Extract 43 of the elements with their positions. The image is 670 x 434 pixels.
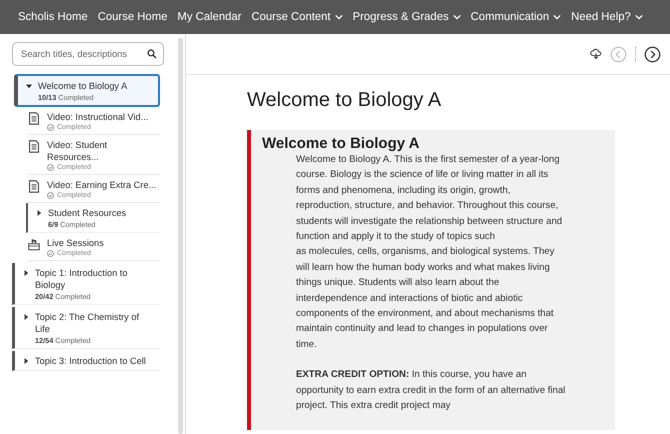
module-title: Welcome to Biology A (38, 80, 128, 92)
module-title: Student Resources (48, 207, 126, 219)
panel-heading: Welcome to Biology A (262, 135, 421, 152)
caret-right-icon (36, 210, 42, 216)
next-icon[interactable] (644, 46, 661, 62)
caret-right-icon (23, 358, 29, 364)
nav-link[interactable]: My Calendar (172, 11, 246, 23)
nav-link[interactable]: Course Content (246, 11, 348, 23)
check-circle-icon (47, 250, 54, 257)
document-icon (28, 180, 40, 193)
search-field[interactable]: Search titles, descriptions (12, 42, 164, 66)
topic-link[interactable]: Video: Instructional Vid... (47, 111, 159, 123)
chevron-down-icon (634, 14, 643, 20)
topic-link[interactable]: Live Sessions (47, 237, 159, 249)
topic-link[interactable]: Video: Earning Extra Cre... (47, 179, 159, 191)
nav-link[interactable]: Need Help? (566, 11, 648, 23)
nav-link[interactable]: Communication (466, 11, 566, 23)
search-icon (147, 49, 157, 59)
scrollbar[interactable] (178, 38, 183, 434)
page-title: Welcome to Biology A (247, 89, 442, 112)
document-icon (28, 112, 40, 125)
caret-down-icon (26, 83, 32, 89)
chevron-down-icon (334, 14, 343, 20)
check-circle-icon (47, 164, 54, 171)
module-title: Topic 3: Introduction to Cell (35, 355, 146, 367)
paragraph: as molecules, cells, organisms, and biological systems. They will learn how the human body works and what makes living things unique. Students will also learn about the interdependence and interactions of biotic and abiotic components of the environment, and about mechanisms that maintain continuity and lead to changes in populations over time. (296, 245, 556, 352)
nav-link[interactable]: Scholis Home (13, 11, 93, 23)
nav-link[interactable]: Progress & Grades (348, 11, 466, 23)
module-title: Topic 2: The Chemistry of Life (35, 311, 140, 335)
module-title: Topic 1: Introduction to Biology (35, 267, 128, 291)
caret-right-icon (23, 270, 29, 276)
check-circle-icon (47, 192, 54, 199)
presentation-icon (28, 238, 40, 251)
module-item[interactable]: Topic 3: Introduction to Cell (12, 351, 160, 371)
document-icon (28, 140, 40, 153)
chevron-down-icon (553, 14, 562, 20)
check-circle-icon (47, 124, 54, 131)
cloud-download-icon[interactable] (590, 48, 602, 60)
caret-right-icon (23, 314, 29, 320)
nav-link[interactable]: Course Home (92, 11, 172, 23)
topic-link[interactable]: Video: Student Resources... (47, 139, 159, 163)
paragraph: EXTRA CREDIT OPTION: In this course, you have an opportunity to earn extra credit in the form of an alternative final project. This extra credit project may (296, 368, 566, 414)
chevron-down-icon (452, 14, 461, 20)
